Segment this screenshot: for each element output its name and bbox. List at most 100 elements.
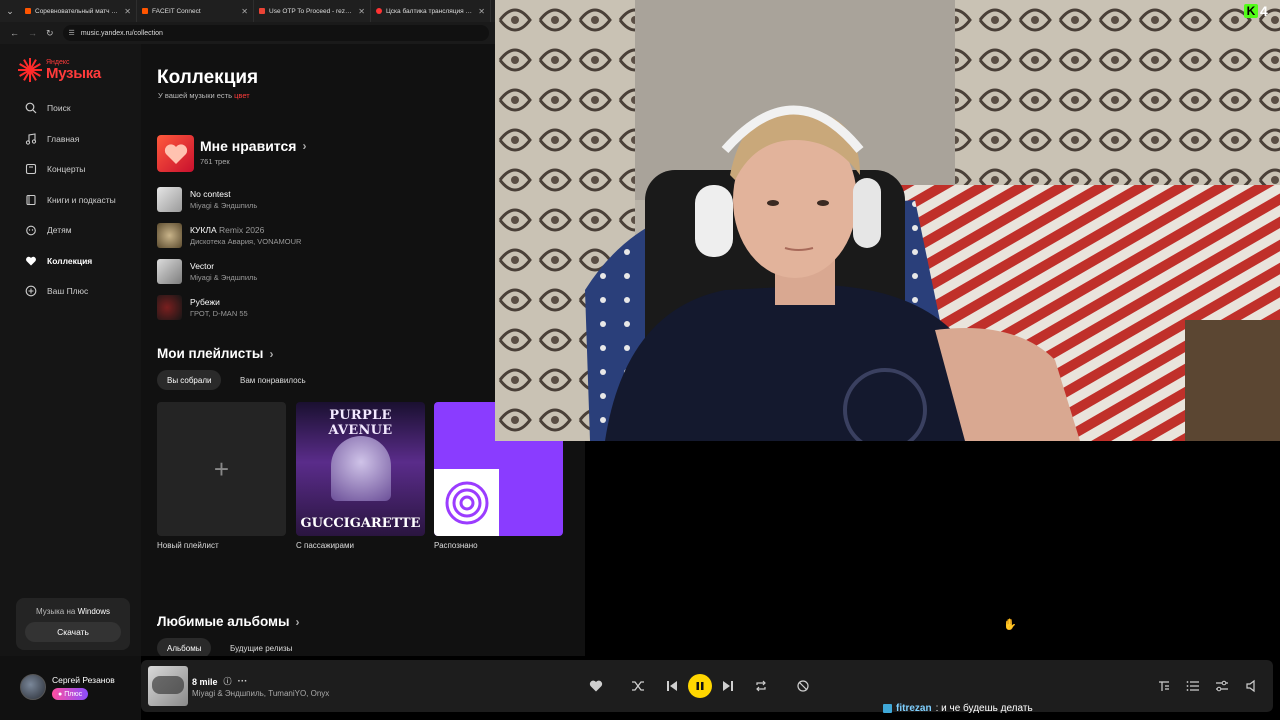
reload-icon[interactable]: ↻ — [46, 28, 54, 39]
queue-button[interactable] — [1183, 676, 1203, 696]
pause-button[interactable] — [688, 674, 712, 698]
playlist-card[interactable]: PURPLE AVENUE GUCCIGARETTE — [296, 402, 425, 536]
now-playing-artist[interactable]: Miyagi & Эндшпиль, TumaniYO, Onyx — [192, 689, 329, 698]
kick-viewer-counter: K 4 — [1244, 3, 1268, 19]
track-row[interactable]: Рубежи ГРОТ, D-MAN 55 — [157, 294, 248, 320]
track-cover — [157, 258, 182, 284]
chevron-right-icon: › — [269, 346, 274, 361]
favorite-albums-link[interactable]: Любимые альбомы › — [157, 614, 300, 629]
color-link[interactable]: цвет — [234, 91, 250, 100]
track-artist[interactable]: Miyagi & Эндшпиль — [190, 201, 257, 210]
now-playing-cover[interactable] — [148, 666, 188, 706]
chip-collected[interactable]: Вы собрали — [157, 370, 222, 390]
track-title: No contest — [190, 188, 231, 199]
next-button[interactable] — [718, 676, 738, 696]
user-name[interactable]: Сергей Резанов — [52, 675, 115, 685]
sidebar-item-books[interactable]: Книги и подкасты — [24, 193, 116, 207]
track-row[interactable]: КУКЛА Remix 2026 Дискотека Авария, VONAM… — [157, 222, 301, 248]
sidebar-item-label: Коллекция — [47, 256, 93, 266]
sidebar-item-search[interactable]: Поиск — [24, 101, 71, 115]
volume-button[interactable] — [1242, 676, 1262, 696]
next-icon — [723, 681, 733, 691]
browser-tab[interactable]: Use OTP To Proceed - rezanch ✕ — [254, 0, 371, 22]
tab-title: Цска балтика трансляция — Я — [386, 7, 475, 15]
tab-title: Use OTP To Proceed - rezanch — [269, 7, 355, 15]
close-icon[interactable]: ✕ — [124, 7, 131, 16]
yandex-music-logo[interactable]: Яндекс Музыка — [18, 58, 101, 82]
site-settings-icon[interactable]: ☰ — [69, 29, 75, 37]
forward-arrow-icon[interactable]: → — [28, 28, 37, 38]
sidebar-item-label: Концерты — [47, 164, 86, 174]
new-playlist-card[interactable]: + — [157, 402, 286, 536]
heart-icon — [164, 143, 187, 164]
chat-message: fitrezan : и че будешь делать — [883, 703, 1033, 714]
liked-tracks-count: 761 трек — [200, 157, 230, 166]
pause-icon — [696, 682, 704, 690]
plus-badge[interactable]: ● Плюс — [52, 688, 89, 700]
sidebar-item-collection[interactable]: Коллекция — [24, 254, 92, 268]
more-icon[interactable]: ··· — [238, 676, 248, 687]
logo-burst-icon — [18, 58, 42, 82]
liked-tracks-title: Мне нравится — [200, 138, 297, 154]
track-artist[interactable]: Дискотека Авария, VONAMOUR — [190, 237, 301, 246]
close-icon[interactable]: ✕ — [478, 7, 485, 16]
track-artist[interactable]: Miyagi & Эндшпиль — [190, 273, 257, 282]
browser-tab[interactable]: Цска балтика трансляция — Я ✕ — [371, 0, 491, 22]
sidebar-item-label: Детям — [47, 225, 72, 235]
close-icon[interactable]: ✕ — [358, 7, 365, 16]
yandex-favicon-icon — [376, 8, 382, 14]
url-field[interactable]: ☰ music.yandex.ru/collection — [62, 25, 489, 41]
webcam-image — [495, 0, 1280, 441]
playlist-label[interactable]: Распознано — [434, 541, 478, 550]
browser-tab[interactable]: Соревновательный матч FACEIT ✕ — [20, 0, 137, 22]
track-version: Remix 2026 — [219, 224, 265, 235]
track-row[interactable]: No contest Miyagi & Эндшпиль — [157, 186, 257, 212]
shuffle-button[interactable] — [628, 676, 648, 696]
equalizer-button[interactable] — [1212, 676, 1232, 696]
playlist-label[interactable]: Новый плейлист — [157, 541, 219, 550]
ticket-icon — [24, 162, 38, 176]
sidebar-item-kids[interactable]: Детям — [24, 223, 72, 237]
close-icon[interactable]: ✕ — [241, 7, 248, 16]
chip-upcoming[interactable]: Будущие релизы — [220, 638, 302, 656]
download-button[interactable]: Скачать — [25, 621, 121, 642]
my-playlists-link[interactable]: Мои плейлисты › — [157, 346, 273, 361]
track-artist[interactable]: ГРОТ, D-MAN 55 — [190, 309, 248, 318]
collection-page: Коллекция У вашей музыки есть цвет Мне н… — [141, 44, 495, 656]
avatar[interactable] — [20, 674, 46, 700]
plus-icon — [24, 284, 38, 298]
user-panel: Сергей Резанов ● Плюс — [0, 656, 141, 720]
kids-icon — [24, 223, 38, 237]
browser-tab[interactable]: FACEIT Connect ✕ — [137, 0, 254, 22]
tab-list-chevron-icon[interactable]: ⌄ — [0, 0, 20, 22]
track-row[interactable]: Vector Miyagi & Эндшпиль — [157, 258, 257, 284]
sidebar-item-home[interactable]: Главная — [24, 132, 79, 146]
playlist-label[interactable]: С пассажирами — [296, 541, 354, 550]
music-note-icon — [24, 132, 38, 146]
repeat-button[interactable] — [751, 676, 771, 696]
sidebar-item-concerts[interactable]: Концерты — [24, 162, 85, 176]
queue-icon — [1186, 681, 1199, 691]
volume-icon — [1246, 679, 1255, 693]
previous-button[interactable] — [662, 676, 682, 696]
equalizer-icon — [1216, 680, 1228, 692]
like-button[interactable] — [586, 676, 606, 696]
back-arrow-icon[interactable]: ← — [10, 28, 19, 38]
chevron-right-icon: › — [302, 139, 307, 153]
repeat-icon — [756, 680, 766, 692]
plus-logo-icon: ● — [58, 690, 63, 698]
tab-title: Соревновательный матч FACEIT — [35, 7, 120, 15]
section-title: Мои плейлисты — [157, 346, 264, 361]
info-icon[interactable]: ⓘ — [224, 676, 232, 687]
chip-albums[interactable]: Альбомы — [157, 638, 212, 656]
liked-tracks-cover[interactable] — [157, 135, 194, 172]
dislike-button[interactable] — [793, 676, 813, 696]
book-icon — [24, 193, 38, 207]
page-subtitle: У вашей музыки есть цвет — [158, 91, 250, 100]
sidebar-item-plus[interactable]: Ваш Плюс — [24, 284, 88, 298]
chip-liked[interactable]: Вам понравилось — [230, 370, 316, 390]
kick-logo-icon: K — [1244, 4, 1258, 18]
now-playing-title[interactable]: 8 mile — [192, 677, 218, 687]
liked-tracks-link[interactable]: Мне нравится › — [200, 138, 306, 154]
lyrics-button[interactable] — [1154, 676, 1174, 696]
